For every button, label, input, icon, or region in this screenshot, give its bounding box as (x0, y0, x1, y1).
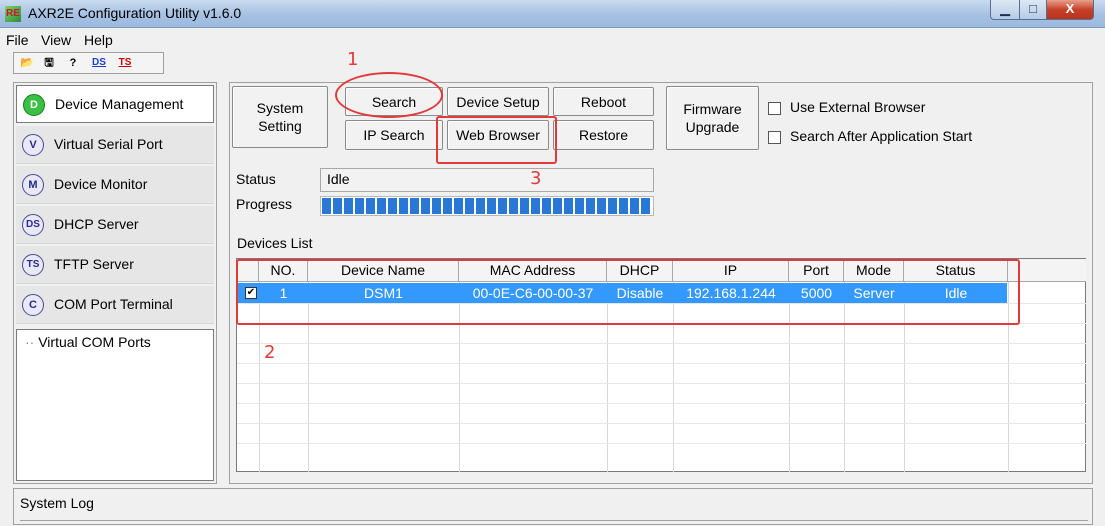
ts-icon[interactable]: TS (116, 54, 134, 72)
grid-line (237, 383, 1086, 384)
grid-line (237, 403, 1086, 404)
use-external-browser-label: Use External Browser (790, 99, 926, 115)
sidebar-item-label: COM Port Terminal (54, 296, 173, 312)
tree-line-icon: ·· (25, 334, 39, 350)
help-icon[interactable]: ? (64, 54, 82, 72)
firmware-upgrade-button[interactable]: Firmware Upgrade (666, 86, 759, 150)
menu-file[interactable]: File (6, 32, 29, 48)
restore-label: Restore (578, 127, 629, 143)
menu-bar: File View Help (0, 29, 1105, 51)
sidebar-item-label: Device Monitor (54, 176, 148, 192)
annotation-rect-web-browser (436, 116, 557, 164)
sidebar-item-label: Virtual Serial Port (54, 136, 163, 152)
menu-view[interactable]: View (41, 32, 71, 48)
device-setup-button[interactable]: Device Setup (447, 87, 549, 116)
sidebar-item-virtual-serial-port[interactable]: V Virtual Serial Port (16, 126, 214, 164)
sidebar-item-label: DHCP Server (54, 216, 139, 232)
menu-help[interactable]: Help (84, 32, 113, 48)
grid-line (237, 423, 1086, 424)
search-after-start-label: Search After Application Start (790, 128, 973, 144)
use-external-browser-checkbox[interactable] (768, 102, 781, 115)
device-monitor-icon: M (22, 174, 44, 196)
ip-search-button[interactable]: IP Search (345, 120, 443, 150)
close-button[interactable]: X (1046, 0, 1094, 20)
minimize-icon: ▁ (1000, 1, 1010, 16)
grid-line (237, 343, 1086, 344)
open-folder-icon[interactable]: 📂 (18, 54, 36, 72)
annotation-ellipse-search (335, 72, 443, 118)
sidebar: D Device Management V Virtual Serial Por… (13, 82, 217, 484)
window-title: AXR2E Configuration Utility v1.6.0 (28, 5, 242, 21)
sidebar-item-tftp-server[interactable]: TS TFTP Server (16, 246, 214, 284)
close-icon: X (1065, 1, 1075, 16)
annotation-number-3: 3 (530, 168, 542, 189)
reboot-label: Reboot (580, 93, 627, 110)
toolbar: 📂 🖫 ? DS TS (13, 52, 164, 74)
restore-button[interactable]: Restore (553, 120, 654, 150)
sidebar-item-device-management[interactable]: D Device Management (16, 85, 214, 123)
ip-search-label: IP Search (363, 127, 425, 143)
status-label: Status (236, 171, 276, 187)
device-management-icon: D (23, 94, 45, 116)
annotation-number-2: 2 (264, 342, 276, 363)
sidebar-item-label: Device Management (55, 96, 184, 112)
system-log-panel: System Log (13, 488, 1093, 525)
system-setting-button[interactable]: System Setting (232, 86, 328, 148)
status-field: Idle (320, 168, 654, 192)
sidebar-item-label: TFTP Server (54, 256, 134, 272)
sidebar-item-dhcp-server[interactable]: DS DHCP Server (16, 206, 214, 244)
app-icon: RE (5, 6, 21, 22)
ds-icon[interactable]: DS (90, 54, 108, 72)
tree-item-label: Virtual COM Ports (38, 334, 151, 350)
status-value: Idle (327, 171, 350, 187)
system-setting-label: System Setting (256, 100, 304, 134)
progress-bar (320, 196, 654, 216)
maximize-button[interactable]: □ (1019, 0, 1047, 20)
com-port-terminal-icon: C (22, 294, 44, 316)
annotation-rect-device-row (236, 259, 1020, 325)
title-bar: RE AXR2E Configuration Utility v1.6.0 ▁ … (0, 0, 1105, 28)
sidebar-item-com-port-terminal[interactable]: C COM Port Terminal (16, 286, 214, 324)
annotation-number-1: 1 (347, 49, 359, 70)
minimize-button[interactable]: ▁ (990, 0, 1020, 20)
search-after-start-checkbox[interactable] (768, 131, 781, 144)
sidebar-item-device-monitor[interactable]: M Device Monitor (16, 166, 214, 204)
reboot-button[interactable]: Reboot (553, 87, 654, 116)
virtual-serial-port-icon: V (22, 134, 44, 156)
system-log-label: System Log (20, 495, 94, 511)
tftp-server-icon: TS (22, 254, 44, 276)
device-setup-label: Device Setup (456, 93, 540, 110)
progress-label: Progress (236, 196, 293, 212)
virtual-com-ports-tree[interactable]: ·· Virtual COM Ports (16, 329, 214, 481)
dhcp-server-icon: DS (22, 214, 44, 236)
progress-fill (322, 198, 652, 214)
maximize-icon: □ (1029, 1, 1037, 16)
firmware-upgrade-label: Firmware Upgrade (683, 101, 742, 135)
tree-item-virtual-com-ports[interactable]: ·· Virtual COM Ports (25, 334, 151, 350)
save-icon[interactable]: 🖫 (40, 54, 58, 72)
system-log-list[interactable] (20, 520, 1088, 526)
grid-line (237, 443, 1086, 444)
devices-list-label: Devices List (237, 235, 313, 251)
grid-line (237, 363, 1086, 364)
